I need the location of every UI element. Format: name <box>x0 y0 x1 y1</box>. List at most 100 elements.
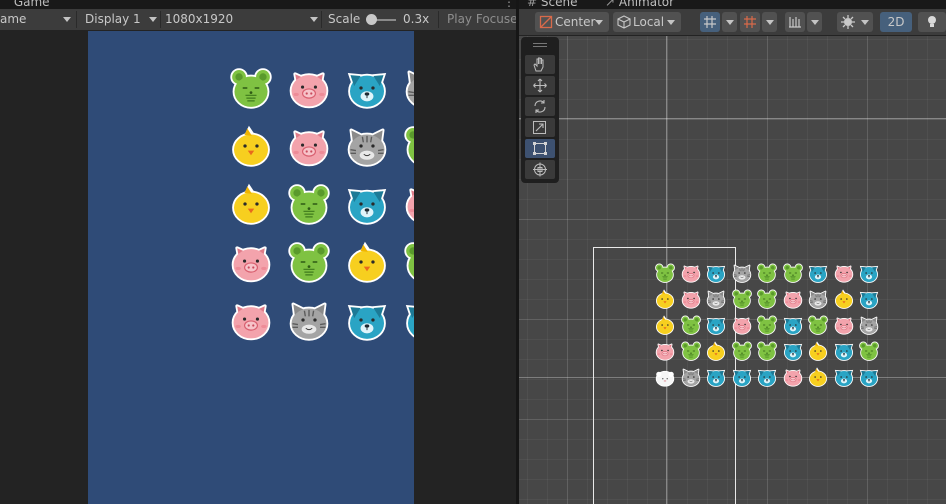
scene-pig-tile <box>731 314 753 336</box>
pivot-dropdown[interactable]: Center <box>535 12 609 32</box>
tab-animator[interactable]: ↗ Animator <box>605 0 674 9</box>
chevron-down-icon <box>149 17 157 22</box>
scale-value: 0.3x <box>403 12 430 26</box>
game-toolbar: ame Display 1 1080x1920 Scale 0.3x Play … <box>0 9 516 31</box>
rotate-tool-button[interactable] <box>525 97 555 116</box>
scene-dog-tile <box>833 340 855 362</box>
increment-snap-icon <box>789 17 801 28</box>
game-mouse-tile <box>228 65 274 111</box>
chevron-down-icon <box>766 20 774 25</box>
scene-mouse-tile <box>731 288 753 310</box>
grid-snap-icon <box>704 16 716 28</box>
grid-visibility-button[interactable] <box>740 12 760 32</box>
scene-view[interactable] <box>519 36 946 504</box>
game-dog-tile <box>344 297 390 343</box>
scene-dog-tile <box>858 366 880 388</box>
grid-icon: # <box>527 0 538 9</box>
space-label: Local <box>633 15 665 29</box>
play-focus-label: Play Focuse <box>447 12 516 26</box>
grid-snap-button[interactable] <box>700 12 720 32</box>
tool-palette <box>521 37 559 183</box>
move-tool-button[interactable] <box>525 76 555 95</box>
scene-dog-tile <box>858 262 880 284</box>
scene-pig-tile <box>654 340 676 362</box>
tab-scene-label: Scene <box>540 0 578 9</box>
game-chick-tile <box>344 239 390 285</box>
palette-grip[interactable] <box>533 43 547 44</box>
toolbar-divider <box>438 11 439 28</box>
display-label: Display 1 <box>85 12 141 26</box>
chevron-down-icon <box>861 20 869 25</box>
game-chick-tile <box>228 123 274 169</box>
scene-dog-tile <box>705 366 727 388</box>
scale-tool-button[interactable] <box>525 118 555 137</box>
toolbar-divider <box>321 11 322 28</box>
game-chick-tile <box>228 181 274 227</box>
game-mode-label: ame <box>0 12 27 26</box>
scene-dog-tile <box>756 366 778 388</box>
game-mouse-tile <box>286 181 332 227</box>
transform-icon <box>533 162 547 177</box>
game-pig-tile <box>402 181 414 227</box>
chevron-down-icon <box>595 20 603 25</box>
gizmo-icon <box>841 15 855 29</box>
scene-dog-tile <box>858 288 880 310</box>
game-panel: Game ⋮ ame Display 1 1080x1920 Scale 0.3… <box>0 0 516 504</box>
rotate-icon <box>534 100 546 113</box>
scene-pig-tile <box>782 288 804 310</box>
scene-chick-tile <box>807 340 829 362</box>
light-bulb-icon <box>928 16 936 27</box>
resolution-label: 1080x1920 <box>165 12 234 26</box>
scene-mouse-tile <box>756 314 778 336</box>
scene-pig-tile <box>833 314 855 336</box>
transform-tool-button[interactable] <box>525 160 555 179</box>
grid-snap-menu-button[interactable] <box>722 12 737 32</box>
game-dog-tile <box>344 65 390 111</box>
scene-mouse-tile <box>731 340 753 362</box>
scene-mouse-tile <box>654 262 676 284</box>
game-mode-dropdown[interactable]: ame <box>0 9 26 30</box>
increment-snap-menu-button[interactable] <box>807 12 822 32</box>
view-2d-label: 2D <box>887 15 905 29</box>
scene-pig-tile <box>680 262 702 284</box>
scene-dog-tile <box>782 314 804 336</box>
game-cat-tile <box>344 123 390 169</box>
game-pig-tile <box>286 65 332 111</box>
game-pig-tile <box>228 239 274 285</box>
toolbar-divider <box>160 11 161 28</box>
tab-scene[interactable]: # Scene <box>527 0 577 9</box>
scene-cat-tile <box>858 314 880 336</box>
scene-toolbar: Center Local 2D <box>519 9 946 36</box>
view-2d-button[interactable]: 2D <box>880 12 912 32</box>
chevron-down-icon <box>63 17 71 22</box>
scene-mouse-tile <box>807 314 829 336</box>
gizmos-dropdown[interactable] <box>837 12 873 32</box>
game-tab-strip: Game ⋮ <box>0 0 516 9</box>
hand-icon <box>533 57 544 72</box>
lighting-toggle-button[interactable] <box>918 12 946 32</box>
hand-tool-button[interactable] <box>525 55 555 74</box>
pivot-icon <box>539 15 553 29</box>
play-focus-dropdown[interactable]: Play Focuse <box>447 9 516 30</box>
space-dropdown[interactable]: Local <box>613 12 681 32</box>
display-dropdown[interactable]: Display 1 <box>85 9 141 30</box>
scale-slider-knob[interactable] <box>366 14 377 25</box>
scene-mouse-tile <box>756 288 778 310</box>
scene-mouse-tile <box>756 340 778 362</box>
rect-tool-button[interactable] <box>525 139 555 158</box>
cube-icon <box>617 15 631 29</box>
increment-snap-button[interactable] <box>785 12 805 32</box>
rect-transform-icon <box>533 142 547 155</box>
resolution-dropdown[interactable]: 1080x1920 <box>165 9 233 30</box>
scene-cat-tile <box>680 366 702 388</box>
scene-pig-tile <box>782 366 804 388</box>
grid-visibility-menu-button[interactable] <box>762 12 777 32</box>
scene-pig-tile <box>680 288 702 310</box>
scene-mouse-tile <box>680 314 702 336</box>
tab-game[interactable]: Game <box>0 0 50 9</box>
scene-dog-tile <box>807 262 829 284</box>
scene-chick-tile <box>654 288 676 310</box>
scene-animal-grid <box>519 36 946 504</box>
scene-dog-tile <box>833 366 855 388</box>
game-tab-menu-icon[interactable]: ⋮ <box>503 0 515 9</box>
